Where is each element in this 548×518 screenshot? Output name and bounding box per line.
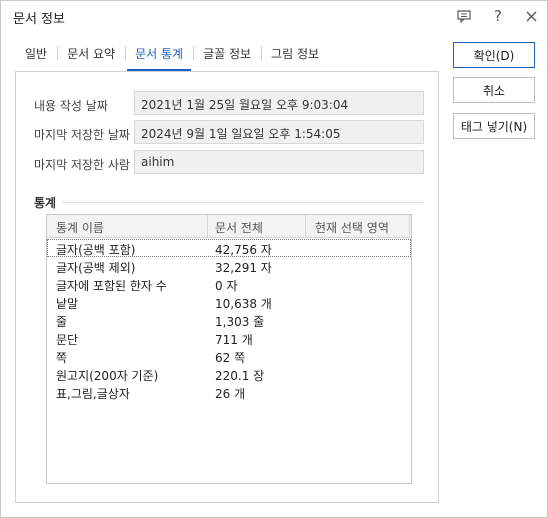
stat-value: 62 쪽: [215, 351, 246, 365]
created-date-field: 2021년 1월 25일 월요일 오후 9:03:04: [134, 91, 424, 115]
stats-section-title: 통계: [34, 196, 57, 210]
stat-name: 글자에 포함된 한자 수: [56, 279, 167, 293]
stats-row[interactable]: 글자에 포함된 한자 수 0 자: [47, 275, 411, 293]
column-divider: [207, 215, 208, 237]
stat-value: 220.1 장: [215, 369, 265, 383]
stat-name: 글자(공백 제외): [56, 261, 136, 275]
comment-icon[interactable]: [453, 5, 475, 27]
stat-value: 26 개: [215, 387, 246, 401]
column-divider: [305, 215, 306, 237]
column-header-total[interactable]: 문서 전체: [215, 219, 263, 236]
section-divider: [62, 202, 424, 203]
stats-row[interactable]: 표,그림,글상자 26 개: [47, 383, 411, 401]
help-icon[interactable]: ?: [487, 5, 509, 27]
cancel-button[interactable]: 취소: [453, 77, 535, 103]
stat-name: 표,그림,글상자: [56, 387, 130, 401]
tab-general[interactable]: 일반: [15, 39, 57, 65]
stats-list-header: 통계 이름 문서 전체 현재 선택 영역: [47, 215, 411, 238]
saved-date-label: 마지막 저장한 날짜: [34, 128, 130, 142]
stat-value: 0 자: [215, 279, 238, 293]
tab-statistics[interactable]: 문서 통계: [125, 39, 193, 71]
dialog-title: 문서 정보: [13, 12, 65, 27]
stat-value: 32,291 자: [215, 261, 272, 275]
stat-value: 711 개: [215, 333, 253, 347]
tab-summary[interactable]: 문서 요약: [57, 39, 125, 65]
stat-name: 쪽: [56, 351, 68, 365]
stats-row[interactable]: 글자(공백 포함) 42,756 자: [47, 239, 411, 257]
ok-button[interactable]: 확인(D): [453, 42, 535, 68]
tab-image-info[interactable]: 그림 정보: [261, 39, 329, 65]
document-info-dialog: 문서 정보 ? 일반 문서 요약 문서 통계 글꼴 정보 그림 정보 내용 작성…: [0, 0, 548, 518]
stat-value: 42,756 자: [215, 243, 272, 257]
statistics-panel: 내용 작성 날짜 2021년 1월 25일 월요일 오후 9:03:04 마지막…: [15, 71, 439, 503]
titlebar: 문서 정보 ?: [1, 1, 547, 31]
saver-label: 마지막 저장한 사람: [34, 158, 130, 172]
created-date-label: 내용 작성 날짜: [34, 99, 108, 113]
insert-tag-button[interactable]: 태그 넣기(N): [453, 113, 535, 139]
stat-name: 줄: [56, 315, 68, 329]
close-icon[interactable]: [520, 5, 542, 27]
stats-row[interactable]: 낱말 10,638 개: [47, 293, 411, 311]
tab-font-info[interactable]: 글꼴 정보: [193, 39, 261, 65]
column-header-name[interactable]: 통계 이름: [56, 219, 104, 236]
stat-value: 10,638 개: [215, 297, 272, 311]
stat-name: 글자(공백 포함): [56, 243, 136, 257]
stats-row[interactable]: 글자(공백 제외) 32,291 자: [47, 257, 411, 275]
stats-row[interactable]: 줄 1,303 줄: [47, 311, 411, 329]
tab-bar: 일반 문서 요약 문서 통계 글꼴 정보 그림 정보: [15, 39, 329, 71]
stat-name: 원고지(200자 기준): [56, 369, 159, 383]
saver-field: aihim: [134, 150, 424, 174]
stat-value: 1,303 줄: [215, 315, 265, 329]
stat-name: 문단: [56, 333, 79, 347]
stats-row[interactable]: 원고지(200자 기준) 220.1 장: [47, 365, 411, 383]
column-header-selection[interactable]: 현재 선택 영역: [315, 219, 389, 236]
stat-name: 낱말: [56, 297, 79, 311]
stats-list[interactable]: 통계 이름 문서 전체 현재 선택 영역 글자(공백 포함) 42,756 자 …: [46, 214, 412, 484]
stats-row[interactable]: 문단 711 개: [47, 329, 411, 347]
column-divider: [409, 215, 410, 237]
stats-row[interactable]: 쪽 62 쪽: [47, 347, 411, 365]
saved-date-field: 2024년 9월 1일 일요일 오후 1:54:05: [134, 120, 424, 144]
